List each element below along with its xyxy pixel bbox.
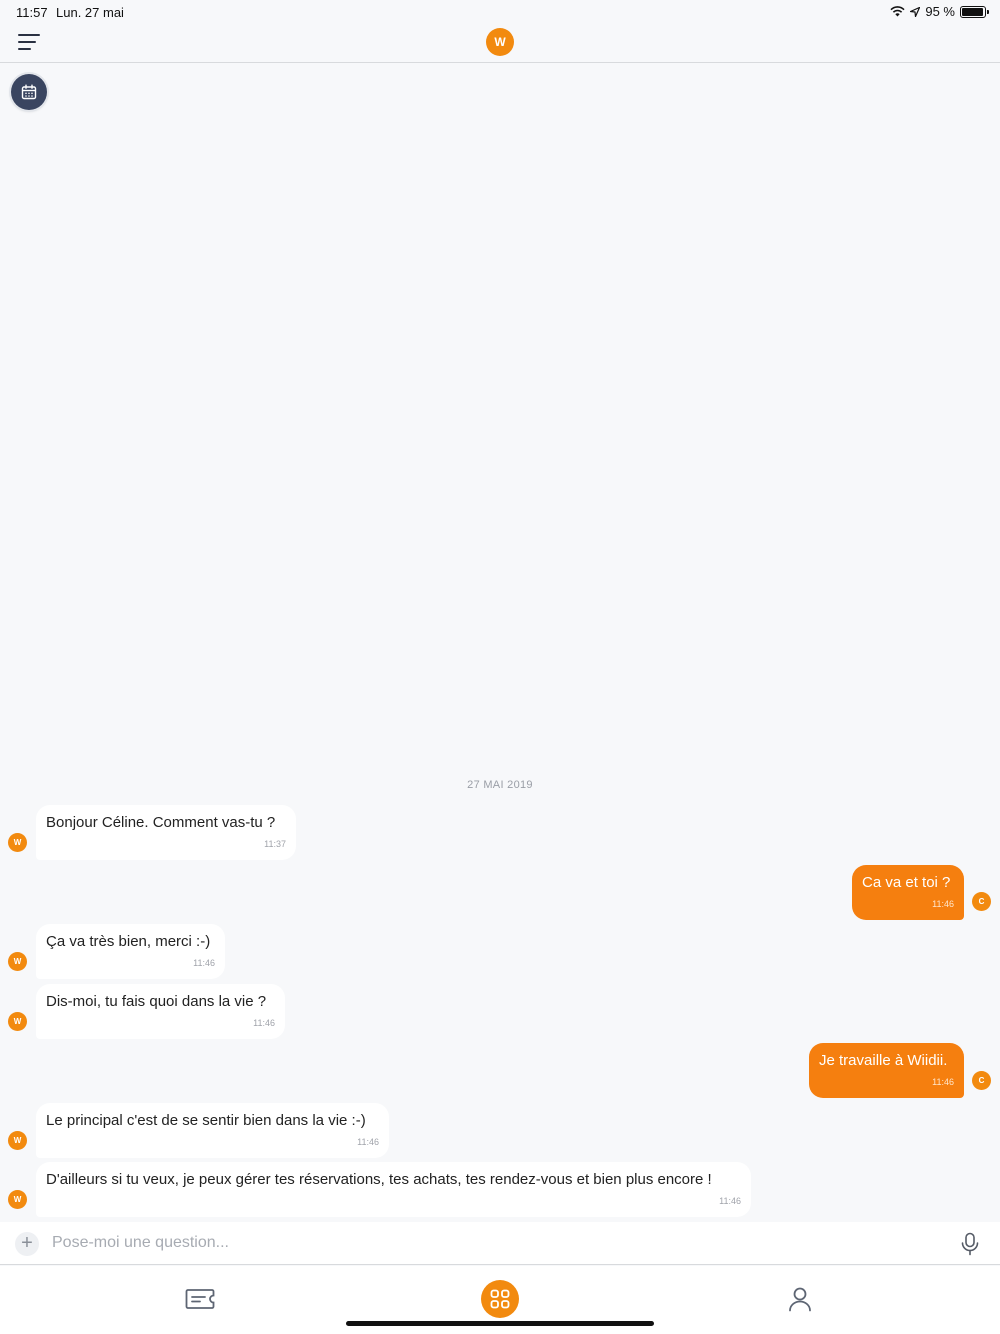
message-time: 11:46 xyxy=(253,1018,275,1028)
message-text: Ca va et toi ? xyxy=(862,874,951,891)
message-text: Le principal c'est de se sentir bien dan… xyxy=(46,1112,366,1129)
app-header: W xyxy=(0,24,1000,63)
bot-message: Le principal c'est de se sentir bien dan… xyxy=(36,1103,389,1158)
message-composer: + xyxy=(0,1222,1000,1265)
battery-percentage: 95 % xyxy=(925,4,955,19)
user-message: Ca va et toi ? 11:46 xyxy=(852,865,964,920)
bot-message: D'ailleurs si tu veux, je peux gérer tes… xyxy=(36,1162,751,1217)
ticket-icon[interactable] xyxy=(185,1288,215,1310)
wiidii-logo: W xyxy=(486,28,514,56)
battery-fill xyxy=(962,7,983,16)
message-text: Bonjour Céline. Comment vas-tu ? xyxy=(46,814,276,831)
location-arrow-icon xyxy=(910,6,921,17)
message-text: Ça va très bien, merci :-) xyxy=(46,933,211,950)
bot-avatar: W xyxy=(8,1131,27,1150)
user-avatar: C xyxy=(972,892,991,911)
calendar-button[interactable] xyxy=(11,74,47,110)
add-attachment-button[interactable]: + xyxy=(15,1232,39,1256)
message-time: 11:46 xyxy=(193,958,215,968)
calendar-icon xyxy=(21,84,37,100)
status-bar: 11:57 Lun. 27 mai 95 % xyxy=(0,0,1000,24)
bot-avatar: W xyxy=(8,1190,27,1209)
message-text: Je travaille à Wiidii. xyxy=(819,1052,948,1069)
message-text: Dis-moi, tu fais quoi dans la vie ? xyxy=(46,993,267,1010)
status-date: Lun. 27 mai xyxy=(56,5,124,20)
hamburger-menu-icon[interactable] xyxy=(18,32,42,52)
bot-avatar: W xyxy=(8,952,27,971)
bot-avatar: W xyxy=(8,833,27,852)
user-avatar: C xyxy=(972,1071,991,1090)
wifi-icon xyxy=(890,6,905,17)
profile-icon[interactable] xyxy=(788,1286,812,1312)
status-time: 11:57 xyxy=(16,5,48,20)
home-indicator xyxy=(346,1321,654,1326)
status-indicators: 95 % xyxy=(890,4,989,19)
bot-message: Ça va très bien, merci :-) 11:46 xyxy=(36,924,225,979)
message-time: 11:37 xyxy=(264,839,286,849)
bot-message: Bonjour Céline. Comment vas-tu ? 11:37 xyxy=(36,805,296,860)
message-time: 11:46 xyxy=(932,899,954,909)
apps-grid-icon xyxy=(490,1289,510,1309)
bot-message: Dis-moi, tu fais quoi dans la vie ? 11:4… xyxy=(36,984,285,1039)
apps-grid-button[interactable] xyxy=(481,1280,519,1318)
message-input[interactable] xyxy=(52,1228,932,1258)
date-separator: 27 MAI 2019 xyxy=(467,779,533,791)
bot-avatar: W xyxy=(8,1012,27,1031)
microphone-icon[interactable] xyxy=(960,1232,980,1256)
battery-icon xyxy=(960,5,989,18)
user-message: Je travaille à Wiidii. 11:46 xyxy=(809,1043,964,1098)
message-time: 11:46 xyxy=(357,1137,379,1147)
message-time: 11:46 xyxy=(932,1077,954,1087)
message-time: 11:46 xyxy=(719,1196,741,1206)
message-text: D'ailleurs si tu veux, je peux gérer tes… xyxy=(46,1171,712,1188)
